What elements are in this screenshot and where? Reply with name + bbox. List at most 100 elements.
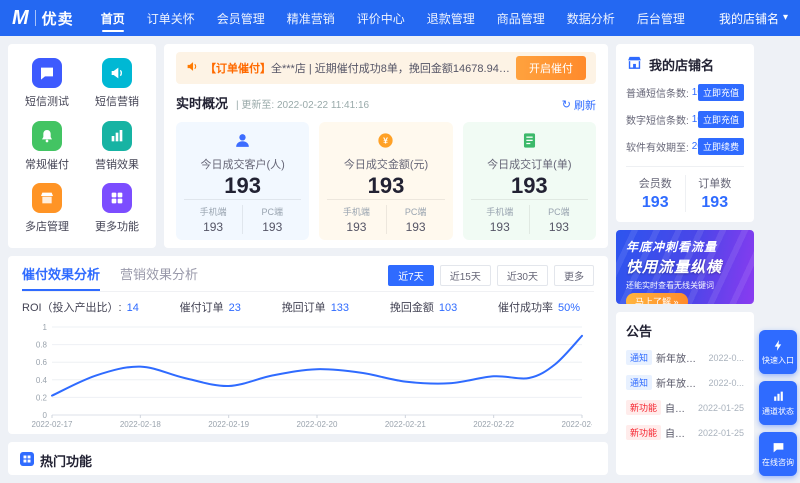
overview-updated-time: | 更新至: 2022-02-22 11:41:16: [236, 100, 370, 111]
software-expiry-row: 软件有效期至:2022-03-01 立即续费: [626, 138, 744, 155]
quick-item-payment-reminder[interactable]: 常规催付: [25, 120, 69, 172]
svg-text:2022-02-17: 2022-02-17: [32, 420, 73, 429]
nav-item-members[interactable]: 会员管理: [206, 0, 276, 36]
announcement-date: 2022-01-25: [697, 402, 744, 413]
kpi-label: 挽回金额: [389, 302, 434, 314]
refresh-button[interactable]: ↻ 刷新: [562, 97, 596, 113]
svg-text:0.8: 0.8: [36, 341, 48, 350]
online-support-float-button[interactable]: 在线咨询: [759, 432, 797, 476]
nav-item-admin[interactable]: 后台管理: [626, 0, 696, 36]
announcement-row[interactable]: 通知 新年放假通知!!! 2022-0...: [626, 350, 744, 365]
sms-test-icon: [32, 57, 62, 88]
range-more-button[interactable]: 更多: [554, 264, 594, 286]
grid-more-icon: [102, 183, 132, 214]
stat-sub-label: 手机端: [486, 207, 514, 217]
announcement-row[interactable]: 通知 新年放假通知!!! 2022-0...: [626, 375, 744, 390]
nav-item-home[interactable]: 首页: [90, 0, 136, 36]
trend-chart-container: 0 0.2 0.4 0.6 0.8 1 2022-02-17 2022-02-18 2022-0…: [22, 319, 603, 434]
range-30d-button[interactable]: 近30天: [496, 264, 548, 286]
banner-line1: 年底冲刺看流量: [626, 240, 718, 254]
recharge-button[interactable]: 立即充值: [697, 111, 744, 128]
shop-name-label: 我的店铺名: [718, 11, 779, 26]
kpi-reminder-orders: 催付订单 23: [180, 299, 241, 315]
stat-sub-label: 手机端: [342, 207, 370, 217]
chevron-down-icon: ▾: [782, 12, 788, 23]
quick-item-label: 营销效果: [95, 158, 139, 171]
quick-item-more[interactable]: 更多功能: [95, 183, 139, 234]
quick-item-label: 更多功能: [95, 221, 139, 234]
quick-item-multi-store[interactable]: 多店管理: [25, 183, 69, 234]
nav-item-reviews[interactable]: 评价中心: [346, 0, 416, 36]
quick-item-sms-marketing[interactable]: 短信营销: [95, 57, 139, 109]
kpi-value: 133: [330, 302, 350, 314]
notice-message: 【订单催付】全***店 | 近期催付成功8单，挽回金额14678.94元，催付成…: [205, 60, 510, 76]
stat-card-orders: 今日成交订单(单) 193 手机端 193 PC端 193: [462, 121, 596, 240]
overview-stat-cards: 今日成交客户(人) 193 手机端 193 PC端 193 ¥ 今日成交金额(元) …: [176, 121, 596, 240]
shop-name-dropdown[interactable]: 我的店铺名 ▾: [719, 10, 788, 27]
hot-functions-header: 热门功能: [20, 451, 596, 470]
customers-icon: [184, 131, 301, 153]
range-7d-button[interactable]: 近7天: [388, 264, 434, 286]
stat-mobile: 手机端 193: [327, 205, 385, 234]
row-label: 软件有效期至:: [626, 143, 689, 154]
overview-header: 实时概况 | 更新至: 2022-02-22 11:41:16 ↻ 刷新: [176, 93, 596, 113]
banner-line2: 快用流量纵横: [626, 259, 723, 276]
announcement-date: 2022-0...: [708, 377, 744, 388]
stat-title: 今日成交订单(单): [487, 158, 572, 171]
quick-menu-panel: 短信测试 短信营销 常规催付 营销效果 多店管理 更多功能: [8, 44, 156, 248]
stat-pc: PC端 193: [385, 205, 445, 234]
svg-text:1: 1: [43, 323, 48, 332]
renew-button[interactable]: 立即续费: [697, 138, 744, 155]
quick-item-label: 多店管理: [25, 221, 69, 234]
payment-analysis-panel: 催付效果分析 营销效果分析 近7天 近15天 近30天 更多 ROI（投入产出比…: [8, 256, 608, 434]
right-column: 我的店铺名 普通短信条数:100 立即充值 数字短信条数:100 立即充值 软件…: [616, 44, 754, 475]
svg-text:0.2: 0.2: [36, 393, 48, 402]
app-logo[interactable]: M 优卖: [12, 8, 74, 29]
hot-functions-panel: 热门功能: [8, 442, 608, 475]
banner-cta-button[interactable]: 马上了解 »: [626, 293, 688, 304]
kpi-recovered-amount: 挽回金额 103: [390, 299, 457, 315]
promo-banner[interactable]: 年底冲刺看流量 快用流量纵横 还能实时查看无线关键词 马上了解 »: [616, 230, 754, 304]
announcement-row[interactable]: 新功能 自动化营销功能上线 2022-01-25: [626, 425, 744, 440]
nav-item-data-analysis[interactable]: 数据分析: [556, 0, 626, 36]
refresh-label: 刷新: [574, 99, 596, 112]
tab-marketing-analysis[interactable]: 营销效果分析: [120, 264, 198, 291]
stat-title: 今日成交金额(元): [343, 158, 429, 171]
channel-status-float-button[interactable]: 通道状态: [759, 381, 797, 425]
stat-label: 订单数: [698, 178, 732, 190]
row-label: 数字短信条数:: [626, 116, 689, 127]
announcement-row[interactable]: 新功能 自动化营销功能上线 2022-01-25: [626, 400, 744, 415]
stat-sub-value: 193: [262, 220, 283, 234]
nav-item-precision-marketing[interactable]: 精准营销: [276, 0, 346, 36]
quick-item-sms-test[interactable]: 短信测试: [25, 57, 69, 109]
svg-text:2022-02-18: 2022-02-18: [120, 420, 161, 429]
nav-item-refunds[interactable]: 退款管理: [416, 0, 486, 36]
nav-item-products[interactable]: 商品管理: [486, 0, 556, 36]
stat-pc: PC端 193: [528, 205, 588, 234]
notice-tag-badge: 通知: [626, 375, 653, 390]
range-15d-button[interactable]: 近15天: [439, 264, 491, 286]
announcement-text: 自动化营销功能上线: [665, 404, 694, 415]
tab-payment-analysis[interactable]: 催付效果分析: [22, 264, 101, 291]
quick-entry-float-button[interactable]: 快速入口: [759, 330, 797, 374]
recharge-button[interactable]: 立即充值: [697, 84, 744, 101]
kpi-label: ROI（投入产出比）:: [22, 302, 122, 314]
start-reminder-button[interactable]: 开启催付: [516, 56, 586, 80]
bar-chart-icon: [102, 120, 132, 151]
store-icon: [32, 183, 62, 214]
storefront-icon: [626, 54, 643, 74]
member-count: 会员数 193: [626, 175, 685, 212]
nav-item-order-care[interactable]: 订单关怀: [136, 0, 206, 36]
row-label: 普通短信条数:: [626, 89, 689, 100]
hot-functions-icon: [20, 452, 34, 469]
top-row: 短信测试 短信营销 常规催付 营销效果 多店管理 更多功能 【订单催付】全***…: [8, 44, 608, 248]
svg-text:2022-02-20: 2022-02-20: [297, 420, 338, 429]
shop-stats-row: 会员数 193 订单数 193: [626, 166, 744, 212]
quick-item-label: 常规催付: [25, 158, 69, 171]
top-navbar: M 优卖 首页 订单关怀 会员管理 精准营销 评价中心 退款管理 商品管理 数据…: [0, 0, 800, 36]
kpi-label: 催付订单: [179, 302, 224, 314]
quick-item-marketing-effect[interactable]: 营销效果: [95, 120, 139, 172]
stat-sub-label: PC端: [404, 207, 427, 217]
digital-sms-quota-row: 数字短信条数:100 立即充值: [626, 111, 744, 128]
stat-value: 193: [367, 172, 405, 198]
